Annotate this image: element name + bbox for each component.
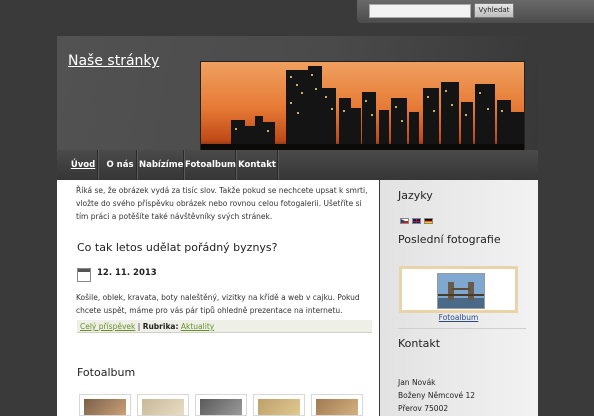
search-button[interactable]: Vyhledat [474,3,514,18]
nav-item-kontakt[interactable]: Kontakt [237,150,278,180]
main-content: Říká se, že obrázek vydá za tisíc slov. … [57,180,379,416]
search-bar: Vyhledat [357,0,594,23]
album-thumb[interactable] [253,394,305,416]
site-header: Naše stránky [57,36,538,153]
post-excerpt: Košile, oblek, kravata, boty naleštěný, … [76,293,360,315]
contact-city: Přerov 75002 [398,404,449,413]
latest-photos-heading: Poslední fotografie [398,233,501,246]
meta-separator: | [137,322,141,331]
contact-info: Jan Novák Boženy Němcové 12 Přerov 75002 [398,376,475,415]
city-skyline-banner [200,61,525,153]
contact-street: Boženy Němcové 12 [398,391,476,400]
album-thumb[interactable] [137,394,189,416]
sidebar-divider [398,328,526,329]
languages-heading: Jazyky [398,189,433,202]
flag-gb-icon[interactable] [412,218,421,224]
nav-item-fotoalbum[interactable]: Fotoalbum [185,150,236,180]
contact-name: Jan Novák [398,378,436,387]
main-nav: Úvod O nás Nabízíme Fotoalbum Kontakt [57,150,538,180]
intro-text: Říká se, že obrázek vydá za tisíc slov. … [76,186,368,221]
album-title: Fotoalbum [77,366,136,379]
photo-caption-link[interactable]: Fotoalbum [399,313,518,322]
album-thumb[interactable] [195,394,247,416]
flag-de-icon[interactable] [424,218,433,224]
category-link[interactable]: Aktuality [181,322,214,331]
album-thumb[interactable] [79,394,131,416]
contact-heading: Kontakt [398,337,441,350]
calendar-icon [77,268,91,282]
post-title[interactable]: Co tak letos udělat pořádný byznys? [77,241,278,254]
search-input[interactable] [369,4,471,18]
read-more-link[interactable]: Celý příspěvek [80,322,135,331]
post-meta: Celý příspěvek | Rubrika: Aktuality [77,320,372,333]
latest-photo-thumbnail[interactable] [437,273,485,309]
site-title-link[interactable]: Naše stránky [68,53,159,69]
latest-photo-frame [399,266,518,313]
nav-item-nabizime[interactable]: Nabízíme [139,150,184,180]
flag-cz-icon[interactable] [400,218,409,224]
category-label: Rubrika: [142,322,179,331]
nav-item-o-nas[interactable]: O nás [104,150,137,180]
album-thumbnails [79,394,379,416]
post-date: 12. 11. 2013 [97,268,157,278]
sidebar: Jazyky Poslední fotografie Fotoalbum Kon… [380,180,538,416]
album-thumb[interactable] [311,394,363,416]
nav-item-uvod[interactable]: Úvod [69,150,98,180]
